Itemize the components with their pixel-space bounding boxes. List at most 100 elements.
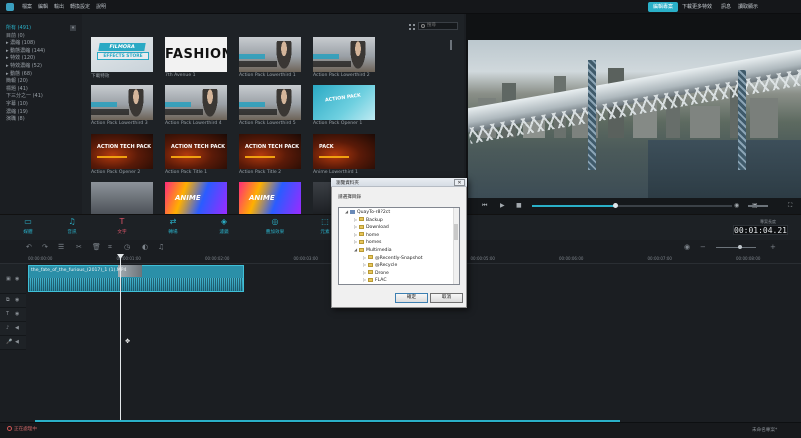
settings-icon[interactable]: ☰	[58, 243, 64, 251]
lowerthird-bar	[239, 61, 277, 67]
tab-0[interactable]: ▭ 媒體	[10, 216, 46, 238]
ok-button[interactable]: 確定	[395, 293, 428, 303]
menu-edit[interactable]: 編輯	[38, 3, 48, 10]
redo-icon[interactable]: ↷	[42, 243, 48, 251]
media-thumbnail[interactable]: ANIME	[239, 182, 301, 214]
folder-item[interactable]: ▷ @Recycle	[363, 262, 397, 268]
thumbnail-label: 下載特效	[91, 74, 110, 79]
category-item[interactable]: 簡報 (20)	[6, 77, 28, 84]
category-item[interactable]: 下三分之一 (41)	[6, 92, 43, 99]
menu-file[interactable]: 檔案	[22, 3, 32, 10]
zoom-slider-knob[interactable]	[738, 245, 742, 249]
category-item[interactable]: 字幕 (10)	[6, 100, 28, 107]
volume-slider[interactable]	[748, 205, 768, 207]
download-effects-button[interactable]: 下載更多特效	[677, 2, 717, 12]
category-item[interactable]: ▸ 濃縮 (108)	[6, 39, 35, 46]
folder-item[interactable]: ▷ FLAC	[363, 277, 387, 283]
playhead[interactable]	[120, 256, 121, 420]
eye-icon[interactable]: ◉	[15, 311, 19, 317]
media-thumbnail[interactable]	[91, 85, 153, 120]
folder-item[interactable]: ▷ @Recently-Snapshot	[363, 255, 423, 261]
media-thumbnail[interactable]	[239, 85, 301, 120]
eye-icon[interactable]: ◉	[15, 276, 19, 282]
category-item[interactable]: ▸ 特效 (120)	[6, 54, 35, 61]
tab-2[interactable]: T 文字	[104, 216, 140, 238]
menu-help[interactable]: 說明	[96, 3, 106, 10]
folder-tree[interactable]: ◢ QuayTo-r8?2ct ▷ Backup ▷ Download ▷ home ▷ home…	[338, 207, 460, 285]
media-thumbnail[interactable]	[165, 85, 227, 120]
tab-4[interactable]: ◈ 濾鏡	[206, 216, 242, 238]
thumbnail-person	[201, 89, 219, 120]
category-item[interactable]: 標題 (41)	[6, 85, 28, 92]
thumbnail-underline	[97, 156, 127, 158]
media-thumbnail[interactable]	[91, 182, 153, 214]
thumbnail-underline	[171, 156, 201, 158]
tab-label: 媒體	[23, 230, 33, 235]
folder-item[interactable]: ◢ Multimedia	[354, 247, 392, 253]
close-icon[interactable]: ✕	[454, 179, 465, 186]
display-mode-button[interactable]: 讀取顯示	[733, 2, 763, 12]
media-thumbnail[interactable]	[313, 37, 375, 72]
crop-icon[interactable]: ⌗	[108, 243, 112, 252]
media-thumbnail[interactable]: ACTION PACK	[313, 85, 375, 120]
folder-item[interactable]: ▷ Download	[354, 224, 389, 230]
mute-icon[interactable]: ◀	[15, 339, 19, 345]
folder-item[interactable]: ◢ QuayTo-r8?2ct	[345, 209, 390, 215]
audio-mix-icon[interactable]: ♫	[158, 243, 164, 251]
category-item[interactable]: 濃縮 (19)	[6, 108, 28, 115]
tab-5[interactable]: ◎ 疊加效果	[257, 216, 293, 238]
grid-view-icon[interactable]	[409, 24, 415, 30]
category-item[interactable]: ▸ 動態 (68)	[6, 70, 32, 77]
cut-icon[interactable]: ✂	[76, 243, 82, 251]
media-thumbnail[interactable]: ANIME	[165, 182, 227, 214]
media-thumbnail[interactable]: FASHION	[165, 37, 227, 72]
ruler-tick: 00:00:05:00	[470, 256, 495, 261]
cancel-button[interactable]: 取消	[430, 293, 463, 303]
project-name: 未命名專案*	[752, 428, 778, 433]
stop-icon[interactable]: ■	[516, 202, 522, 209]
category-item[interactable]: ▸ 特效濃縮 (52)	[6, 62, 42, 69]
lowerthird-bar	[165, 109, 203, 115]
video-track-icon: ▣	[6, 276, 11, 282]
folder-tree-scroll-thumb[interactable]	[454, 224, 458, 240]
zoom-slider[interactable]	[716, 247, 756, 248]
folder-label: homes	[366, 240, 382, 246]
undo-icon[interactable]: ↶	[26, 243, 32, 251]
preview-progress-knob[interactable]	[613, 203, 618, 208]
folder-tree-scrollbar[interactable]	[453, 208, 459, 284]
fullscreen-icon[interactable]: ⛶	[788, 202, 792, 210]
color-icon[interactable]: ◐	[142, 243, 148, 251]
media-thumbnail[interactable]: ACTION TECH PACK	[91, 134, 153, 169]
media-thumbnail[interactable]: PACK	[313, 134, 375, 169]
category-item[interactable]: 所有 (491)	[6, 24, 31, 31]
render-icon[interactable]: ◉	[684, 243, 690, 251]
speed-icon[interactable]: ◷	[124, 243, 130, 251]
folder-item[interactable]: ▷ homes	[354, 239, 381, 245]
skip-back-icon[interactable]: ⏮	[482, 202, 487, 210]
category-item[interactable]: ▸ 動態濃縮 (144)	[6, 47, 45, 54]
media-thumbnail[interactable]: ACTION TECH PACK	[239, 134, 301, 169]
menu-export[interactable]: 輸出	[54, 3, 64, 10]
tab-3[interactable]: ⇄ 轉場	[155, 216, 191, 238]
delete-icon[interactable]: 🗑	[92, 243, 101, 251]
tab-1[interactable]: ♫ 音訊	[54, 216, 90, 238]
zoom-out-icon[interactable]: −	[700, 243, 706, 251]
edit-project-button[interactable]: 編輯專案	[648, 2, 679, 12]
category-item[interactable]: 演職 (8)	[6, 115, 25, 122]
media-thumbnail[interactable]: FILMORA EFFECTS STORE	[91, 37, 153, 72]
folder-item[interactable]: ▷ home	[354, 232, 379, 238]
media-thumbnail[interactable]	[239, 37, 301, 72]
ruler-tick: 00:00:02:00	[205, 256, 230, 261]
folder-item[interactable]: ▷ Backup	[354, 217, 383, 223]
eye-icon[interactable]: ◉	[15, 297, 19, 303]
collapse-sidebar-button[interactable]: «	[70, 25, 76, 31]
play-icon[interactable]: ▶	[500, 202, 505, 209]
media-thumbnail[interactable]: ACTION TECH PACK	[165, 134, 227, 169]
category-item[interactable]: 目前 (0)	[6, 32, 25, 39]
library-scrollbar[interactable]	[450, 40, 452, 50]
folder-item[interactable]: ▷ Drone	[363, 270, 389, 276]
menu-settings[interactable]: 轉換設定	[70, 3, 90, 10]
mute-icon[interactable]: ◀	[15, 325, 19, 331]
snapshot-icon[interactable]: ◉	[734, 202, 739, 209]
zoom-in-icon[interactable]: +	[770, 243, 776, 251]
